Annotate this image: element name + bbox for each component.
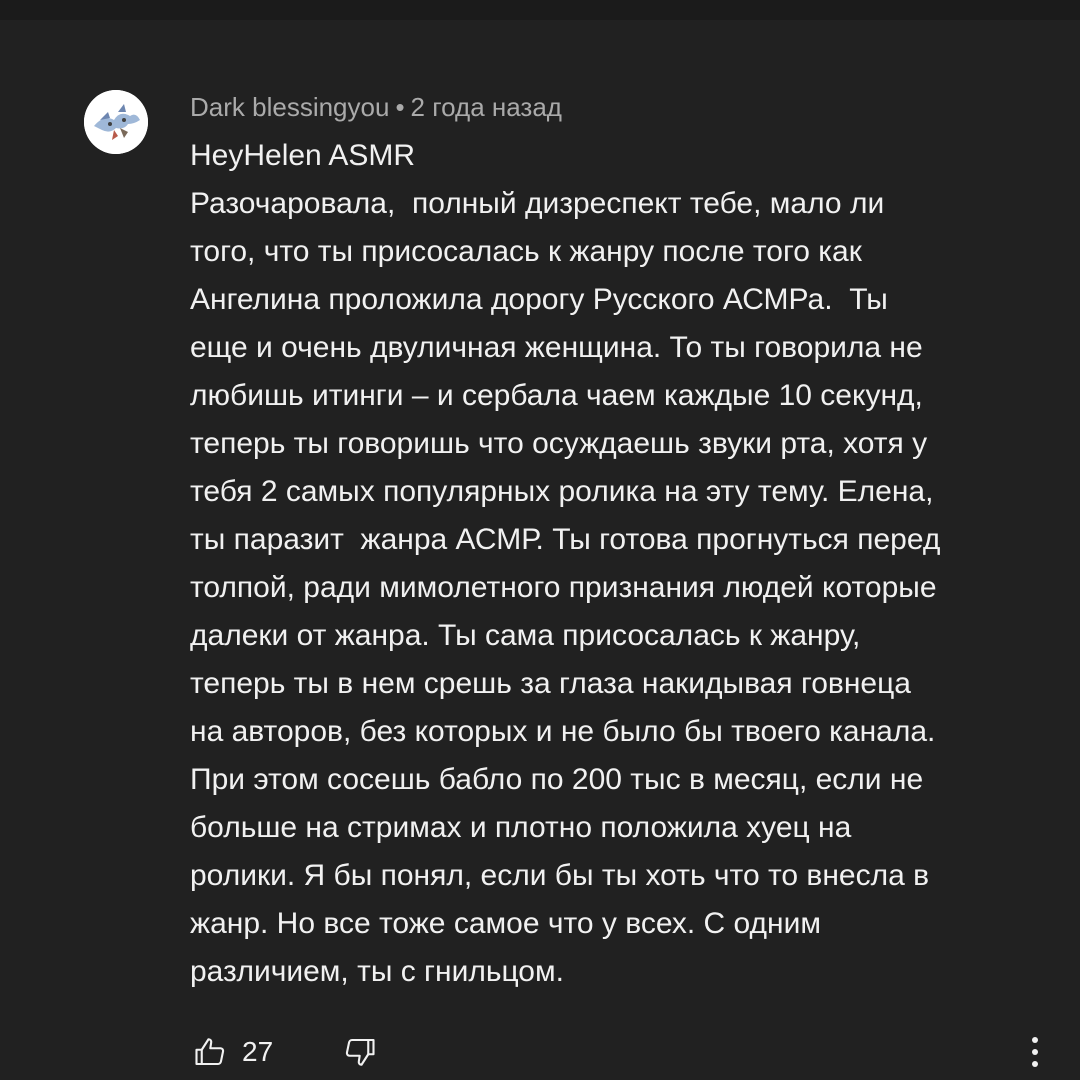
comment-line: теперь ты говоришь что осуждаешь звуки р… [190,427,928,460]
like-button[interactable] [190,1030,230,1074]
comment-line: тебя 2 самых популярных ролика на эту те… [190,475,934,508]
thumbs-up-icon [195,1038,225,1066]
comment-line: больше на стримах и плотно положила хуец… [190,811,852,844]
dislike-button[interactable] [340,1030,380,1074]
avatar[interactable] [84,90,148,154]
avatar-image [84,90,148,154]
thumbs-down-icon [345,1038,375,1066]
comment-thread: Dark blessingyou • 2 года назад HeyHelen A… [0,20,1080,1080]
comment-meta: Dark blessingyou • 2 года назад [190,90,562,124]
comment-line: ролики. Я бы понял, если бы ты хоть что … [190,859,930,892]
comment-body: HeyHelen ASMR Разочаровала, полный дизре… [190,132,1050,996]
comment-line: ты паразит жанра АСМР. Ты готова прогнут… [190,523,941,556]
comment-line: на авторов, без которых и не было бы тво… [190,715,936,748]
comment-actions: 27 [190,1030,1050,1074]
comment-line: любишь итинги – и сербала чаем каждые 10… [190,379,923,412]
like-count: 27 [242,1036,274,1067]
comment-line: Ангелина проложила дорогу Русского АСМРа… [190,283,888,316]
comment-line: При этом сосешь бабло по 200 тыс в месяц… [190,763,924,796]
comment-line: еще и очень двуличная женщина. То ты гов… [190,331,923,364]
comment-line: того, что ты присосалась к жанру после т… [190,235,862,268]
more-options-button[interactable] [1020,1030,1050,1074]
comment-line: различием, ты с гнильцом. [190,955,564,988]
mention: HeyHelen ASMR [190,139,416,172]
author-name[interactable]: Dark blessingyou [190,92,389,122]
more-vert-icon [1032,1037,1038,1067]
comment-timestamp[interactable]: 2 года назад [411,92,562,122]
comment-line: толпой, ради мимолетного признания людей… [190,571,937,604]
comment-line: далеки от жанра. Ты сама присосалась к ж… [190,619,861,652]
top-bar [0,0,1080,20]
comment-line: теперь ты в нем срешь за глаза накидывая… [190,667,911,700]
comment-line: Разочаровала, полный дизреспект тебе, ма… [190,187,885,220]
separator-dot: • [395,92,405,122]
comment-line: жанр. Но все тоже самое что у всех. С од… [190,907,821,940]
